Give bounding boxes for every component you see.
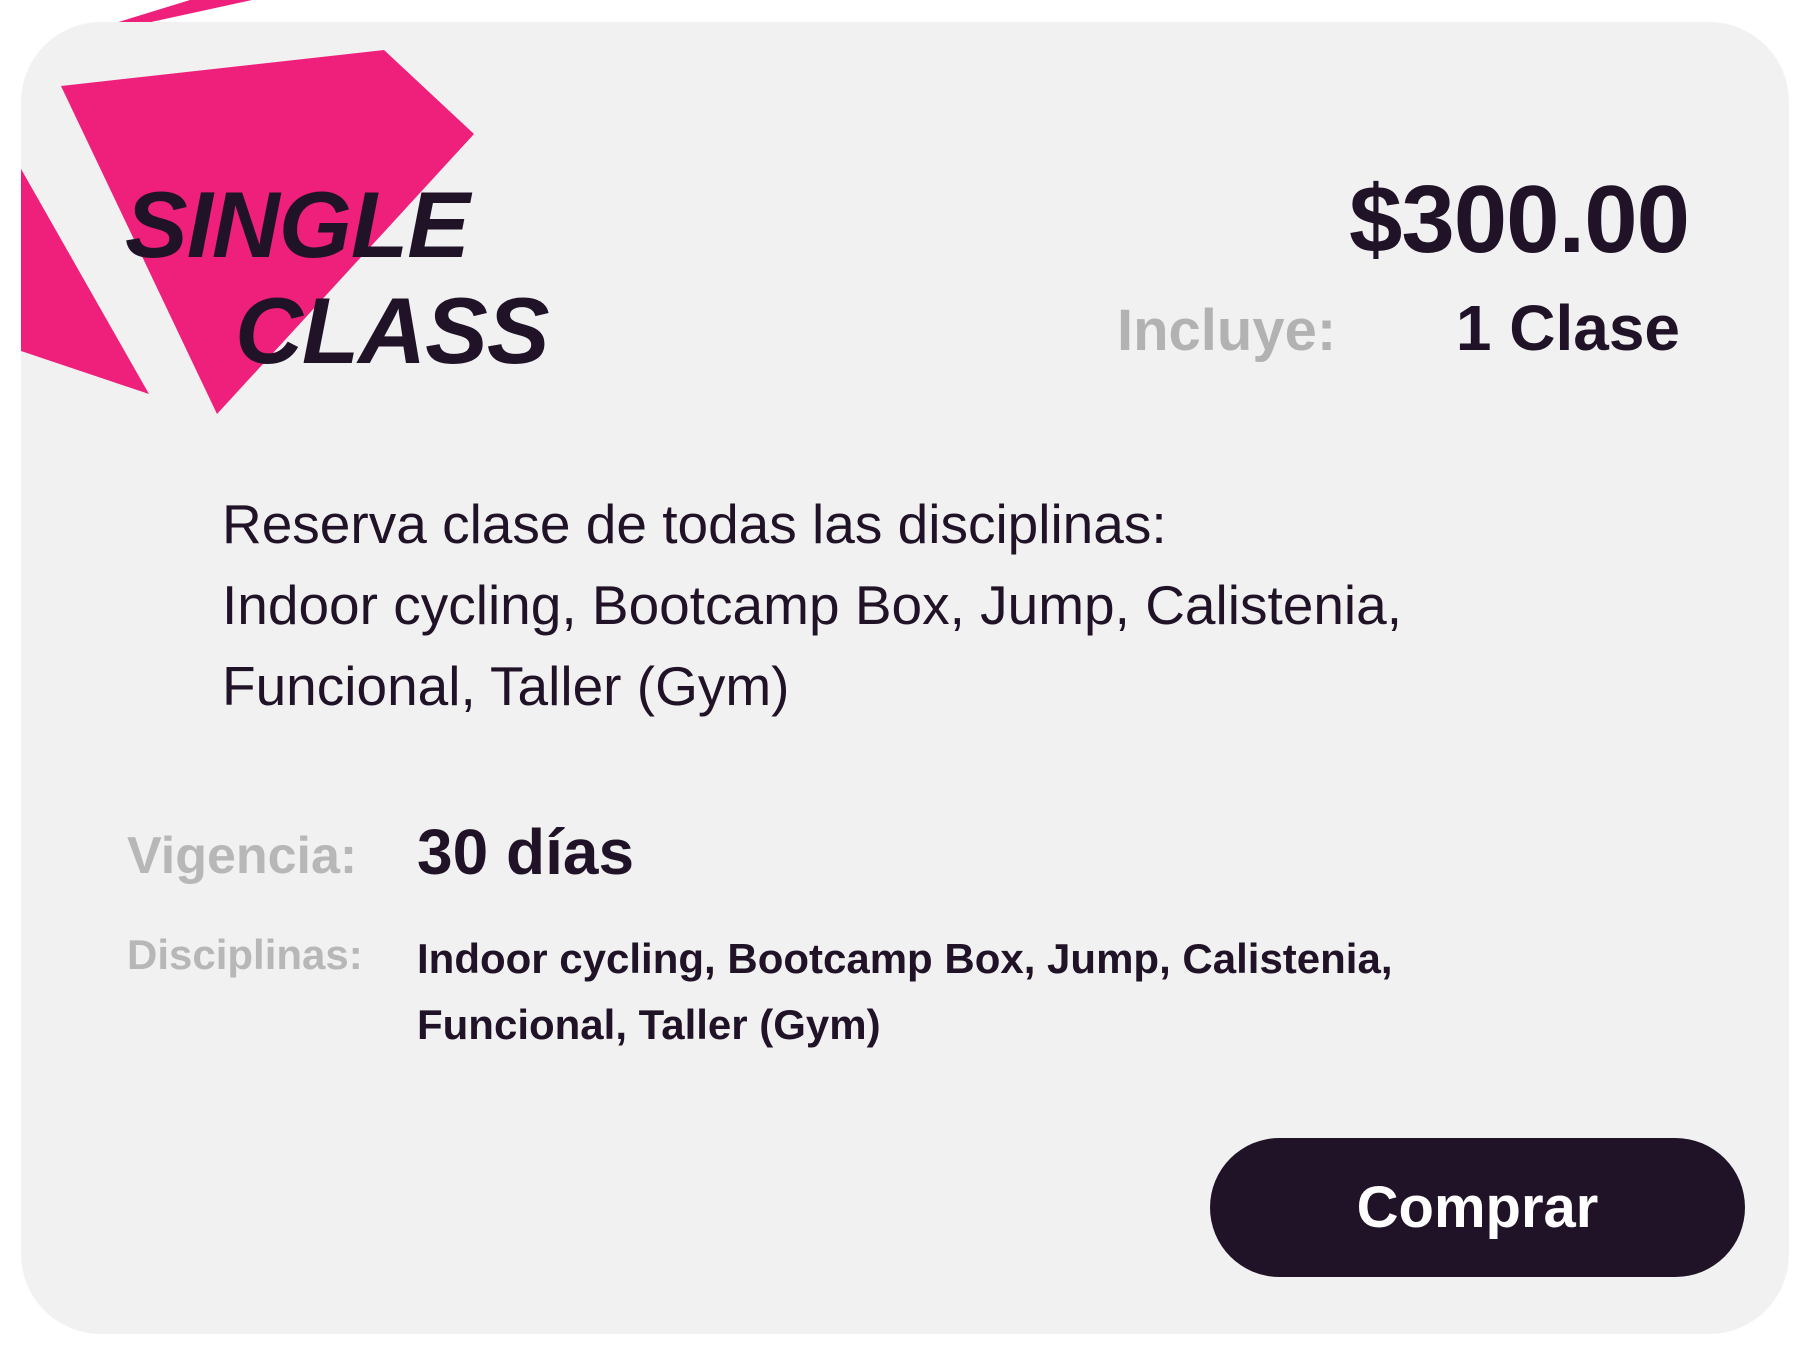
- validity-value: 30 días: [417, 816, 635, 888]
- plan-description: Reserva clase de todas las disciplinas: …: [222, 484, 1622, 727]
- plan-card: SINGLE CLASS $300.00 Incluye: 1 Clase Re…: [21, 22, 1789, 1334]
- disciplines-line: Indoor cycling, Bootcamp Box, Jump, Cali…: [417, 935, 1393, 982]
- disciplines-value: Indoor cycling, Bootcamp Box, Jump, Cali…: [417, 926, 1617, 1058]
- disciplines-line: Funcional, Taller (Gym): [417, 1001, 881, 1048]
- description-line: Indoor cycling, Bootcamp Box, Jump, Cali…: [222, 574, 1403, 636]
- description-line: Funcional, Taller (Gym): [222, 655, 790, 717]
- description-line: Reserva clase de todas las disciplinas:: [222, 493, 1167, 555]
- buy-button[interactable]: Comprar: [1210, 1138, 1745, 1277]
- plan-title-line2: CLASS: [235, 278, 550, 383]
- plan-title-line1: SINGLE: [125, 172, 470, 277]
- includes-label: Incluye:: [1117, 298, 1337, 363]
- validity-label: Vigencia:: [127, 827, 358, 885]
- includes-value: 1 Clase: [1455, 292, 1680, 364]
- plan-price: $300.00: [1348, 166, 1690, 273]
- disciplines-label: Disciplinas:: [127, 931, 363, 978]
